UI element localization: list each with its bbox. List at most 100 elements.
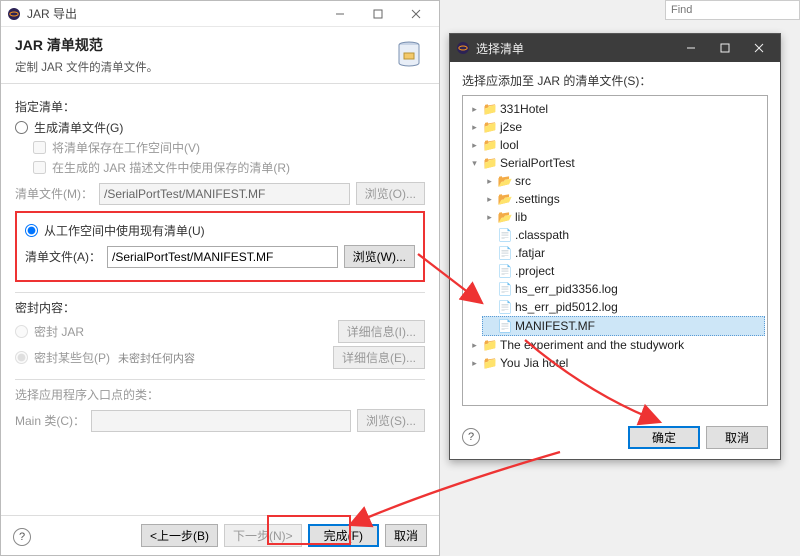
tree-item-lib[interactable]: ▸📂lib [482,208,765,226]
eclipse-icon [7,7,21,21]
manifest-a-label: 清单文件(A)： [25,248,101,265]
reuse-saved-label: 在生成的 JAR 描述文件中使用保存的清单(R) [52,159,290,176]
close-button[interactable] [397,2,435,26]
save-workspace-check-row: 将清单保存在工作空间中(V) [33,139,425,156]
seal-jar-label: 密封 JAR [34,323,84,340]
select-manifest-dialog: 选择清单 选择应添加至 JAR 的清单文件(S)： ▸📁331Hotel ▸📁j… [449,33,781,460]
tree-item-project[interactable]: 📄.project [482,262,765,280]
cancel-button[interactable]: 取消 [385,524,427,547]
file-icon: 📄 [498,264,512,278]
manifest-m-label: 清单文件(M)： [15,185,93,202]
manifest-a-input[interactable] [107,246,338,268]
titlebar: JAR 导出 [1,1,439,27]
folder-icon: 📂 [498,174,512,188]
project-icon: 📁 [483,120,497,134]
seal-jar-row: 密封 JAR 详细信息(I)... [15,320,425,343]
manifest-m-input [99,183,350,205]
dialog-footer: ? <上一步(B) 下一步(N)> 完成(F) 取消 [1,515,439,555]
reuse-saved-checkbox [33,161,46,174]
tree-item-manifest[interactable]: 📄MANIFEST.MF [482,316,765,336]
file-icon: 📄 [498,246,512,260]
folder-icon: 📂 [498,210,512,224]
sel-cancel-button[interactable]: 取消 [706,426,768,449]
minimize-button[interactable] [321,2,359,26]
manifest-m-row: 清单文件(M)： 浏览(O)... [15,182,425,205]
main-class-row: Main 类(C)： 浏览(S)... [15,409,425,432]
detail-e-button: 详细信息(E)... [333,346,425,369]
tree-item-src[interactable]: ▸📂src [482,172,765,190]
browse-s-button: 浏览(S)... [357,409,425,432]
banner-heading: JAR 清单规范 [15,35,387,55]
finish-button[interactable]: 完成(F) [308,524,379,547]
jar-export-dialog: JAR 导出 JAR 清单规范 定制 JAR 文件的清单文件。 指定清单： 生成… [0,0,440,556]
sel-minimize-button[interactable] [674,36,708,60]
use-existing-radio[interactable] [25,224,38,237]
dialog-title: JAR 导出 [27,5,321,22]
existing-manifest-group: 从工作空间中使用现有清单(U) 清单文件(A)： 浏览(W)... [15,211,425,282]
browse-o-button: 浏览(O)... [356,182,425,205]
folder-icon: 📂 [498,192,512,206]
tree-item-log1[interactable]: 📄hs_err_pid3356.log [482,280,765,298]
tree-item-331hotel[interactable]: ▸📁331Hotel [467,100,765,118]
tree-item-serialporttest[interactable]: ▾📁SerialPortTest [467,154,765,172]
save-workspace-label: 将清单保存在工作空间中(V) [52,139,200,156]
main-class-input [91,410,351,432]
seal-jar-radio [15,325,28,338]
tree-item-experiment[interactable]: ▸📁The experiment and the studywork [467,336,765,354]
main-class-label: Main 类(C)： [15,412,85,429]
seal-section-label: 密封内容： [15,299,425,316]
sel-help-icon[interactable]: ? [462,428,480,446]
reuse-saved-check-row: 在生成的 JAR 描述文件中使用保存的清单(R) [33,159,425,176]
tree-item-youjia[interactable]: ▸📁You Jia hotel [467,354,765,372]
use-existing-label: 从工作空间中使用现有清单(U) [44,222,205,239]
sel-titlebar: 选择清单 [450,34,780,62]
help-icon[interactable]: ? [13,528,31,546]
tree-item-log2[interactable]: 📄hs_err_pid5012.log [482,298,765,316]
sel-footer: ? 确定 取消 [450,416,780,459]
jar-icon [387,35,427,75]
project-icon: 📁 [483,156,497,170]
detail-i-button: 详细信息(I)... [338,320,425,343]
file-icon: 📄 [498,319,512,333]
sel-title: 选择清单 [476,40,674,57]
find-bar[interactable] [665,0,800,20]
generate-manifest-radio[interactable] [15,121,28,134]
tree-item-fatjar[interactable]: 📄.fatjar [482,244,765,262]
manifest-a-row: 清单文件(A)： 浏览(W)... [25,245,415,268]
file-icon: 📄 [498,300,512,314]
ok-button[interactable]: 确定 [628,426,700,449]
project-icon: 📁 [483,338,497,352]
browse-w-button[interactable]: 浏览(W)... [344,245,415,268]
file-icon: 📄 [498,282,512,296]
sel-prompt: 选择应添加至 JAR 的清单文件(S)： [462,72,768,89]
tree-item-settings[interactable]: ▸📂.settings [482,190,765,208]
tree-container[interactable]: ▸📁331Hotel ▸📁j2se ▸📁lool ▾📁SerialPortTes… [462,95,768,406]
tree-item-lool[interactable]: ▸📁lool [467,136,765,154]
project-icon: 📁 [483,356,497,370]
banner: JAR 清单规范 定制 JAR 文件的清单文件。 [1,27,439,84]
project-icon: 📁 [483,138,497,152]
sel-close-button[interactable] [742,36,776,60]
file-icon: 📄 [498,228,512,242]
sel-maximize-button[interactable] [708,36,742,60]
not-sealed-note: 未密封任何内容 [118,350,195,366]
generate-manifest-label: 生成清单文件(G) [34,119,123,136]
tree-item-j2se[interactable]: ▸📁j2se [467,118,765,136]
next-button: 下一步(N)> [224,524,302,547]
content-area: 指定清单： 生成清单文件(G) 将清单保存在工作空间中(V) 在生成的 JAR … [1,84,439,515]
entry-point-label: 选择应用程序入口点的类： [15,386,425,403]
save-workspace-checkbox [33,141,46,154]
use-existing-radio-row[interactable]: 从工作空间中使用现有清单(U) [25,222,415,239]
maximize-button[interactable] [359,2,397,26]
find-input[interactable] [669,3,800,17]
seal-some-label: 密封某些包(P) [34,349,110,366]
specify-manifest-label: 指定清单： [15,98,425,115]
eclipse-icon [456,41,470,55]
banner-subheading: 定制 JAR 文件的清单文件。 [15,59,387,75]
generate-manifest-radio-row[interactable]: 生成清单文件(G) [15,119,425,136]
back-button[interactable]: <上一步(B) [141,524,218,547]
project-icon: 📁 [483,102,497,116]
seal-some-radio [15,351,28,364]
seal-some-row: 密封某些包(P) 未密封任何内容 详细信息(E)... [15,346,425,369]
tree-item-classpath[interactable]: 📄.classpath [482,226,765,244]
